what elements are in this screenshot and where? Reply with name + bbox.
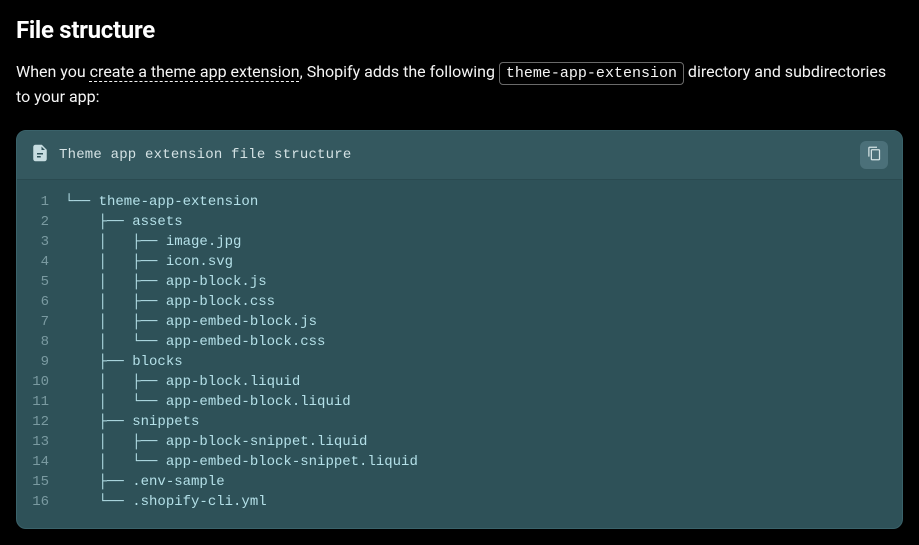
code-line: 5 │ ├── app-block.js	[17, 272, 902, 292]
line-content: ├── snippets	[65, 412, 215, 432]
line-content: ├── assets	[65, 212, 199, 232]
line-number: 10	[17, 372, 65, 392]
code-line: 14 │ └── app-embed-block-snippet.liquid	[17, 452, 902, 472]
intro-paragraph: When you create a theme app extension, S…	[16, 60, 903, 110]
code-block-header-left: Theme app extension file structure	[31, 144, 860, 166]
line-content: │ ├── app-block.liquid	[65, 372, 316, 392]
line-content: └── theme-app-extension	[65, 192, 274, 212]
create-theme-extension-link[interactable]: create a theme app extension	[90, 62, 300, 81]
line-number: 3	[17, 232, 65, 252]
code-line: 10 │ ├── app-block.liquid	[17, 372, 902, 392]
code-line: 9 ├── blocks	[17, 352, 902, 372]
code-line: 8 │ └── app-embed-block.css	[17, 332, 902, 352]
line-content: │ ├── icon.svg	[65, 252, 249, 272]
line-number: 7	[17, 312, 65, 332]
code-line: 4 │ ├── icon.svg	[17, 252, 902, 272]
code-line: 7 │ ├── app-embed-block.js	[17, 312, 902, 332]
line-number: 14	[17, 452, 65, 472]
code-line: 1└── theme-app-extension	[17, 192, 902, 212]
code-block-body: 1└── theme-app-extension2 ├── assets3 │ …	[17, 180, 902, 528]
line-content: │ ├── app-embed-block.js	[65, 312, 333, 332]
line-content: ├── blocks	[65, 352, 199, 372]
copy-button[interactable]	[860, 141, 888, 169]
code-line: 15 ├── .env-sample	[17, 472, 902, 492]
line-number: 2	[17, 212, 65, 232]
intro-text-before: When you	[16, 62, 90, 81]
line-number: 13	[17, 432, 65, 452]
line-number: 9	[17, 352, 65, 372]
code-line: 3 │ ├── image.jpg	[17, 232, 902, 252]
line-content: │ └── app-embed-block.liquid	[65, 392, 367, 412]
code-block-title: Theme app extension file structure	[59, 147, 351, 163]
inline-code-directory: theme-app-extension	[499, 62, 684, 85]
line-number: 15	[17, 472, 65, 492]
line-number: 5	[17, 272, 65, 292]
line-number: 1	[17, 192, 65, 212]
code-block-header: Theme app extension file structure	[17, 131, 902, 180]
code-line: 2 ├── assets	[17, 212, 902, 232]
line-number: 11	[17, 392, 65, 412]
line-content: └── .shopify-cli.yml	[65, 492, 283, 512]
code-line: 11 │ └── app-embed-block.liquid	[17, 392, 902, 412]
code-line: 13 │ ├── app-block-snippet.liquid	[17, 432, 902, 452]
line-number: 4	[17, 252, 65, 272]
clipboard-icon	[867, 146, 882, 164]
intro-text-after-link: , Shopify adds the following	[300, 62, 499, 81]
line-content: │ ├── app-block.css	[65, 292, 291, 312]
code-line: 6 │ ├── app-block.css	[17, 292, 902, 312]
line-content: │ ├── image.jpg	[65, 232, 257, 252]
line-content: │ └── app-embed-block.css	[65, 332, 341, 352]
line-content: │ ├── app-block-snippet.liquid	[65, 432, 383, 452]
line-number: 6	[17, 292, 65, 312]
line-number: 8	[17, 332, 65, 352]
line-number: 12	[17, 412, 65, 432]
line-number: 16	[17, 492, 65, 512]
code-line: 12 ├── snippets	[17, 412, 902, 432]
code-block-card: Theme app extension file structure 1└── …	[16, 130, 903, 529]
line-content: ├── .env-sample	[65, 472, 241, 492]
line-content: │ ├── app-block.js	[65, 272, 283, 292]
file-icon	[31, 144, 49, 166]
code-line: 16 └── .shopify-cli.yml	[17, 492, 902, 512]
page-title: File structure	[16, 16, 903, 44]
line-content: │ └── app-embed-block-snippet.liquid	[65, 452, 434, 472]
